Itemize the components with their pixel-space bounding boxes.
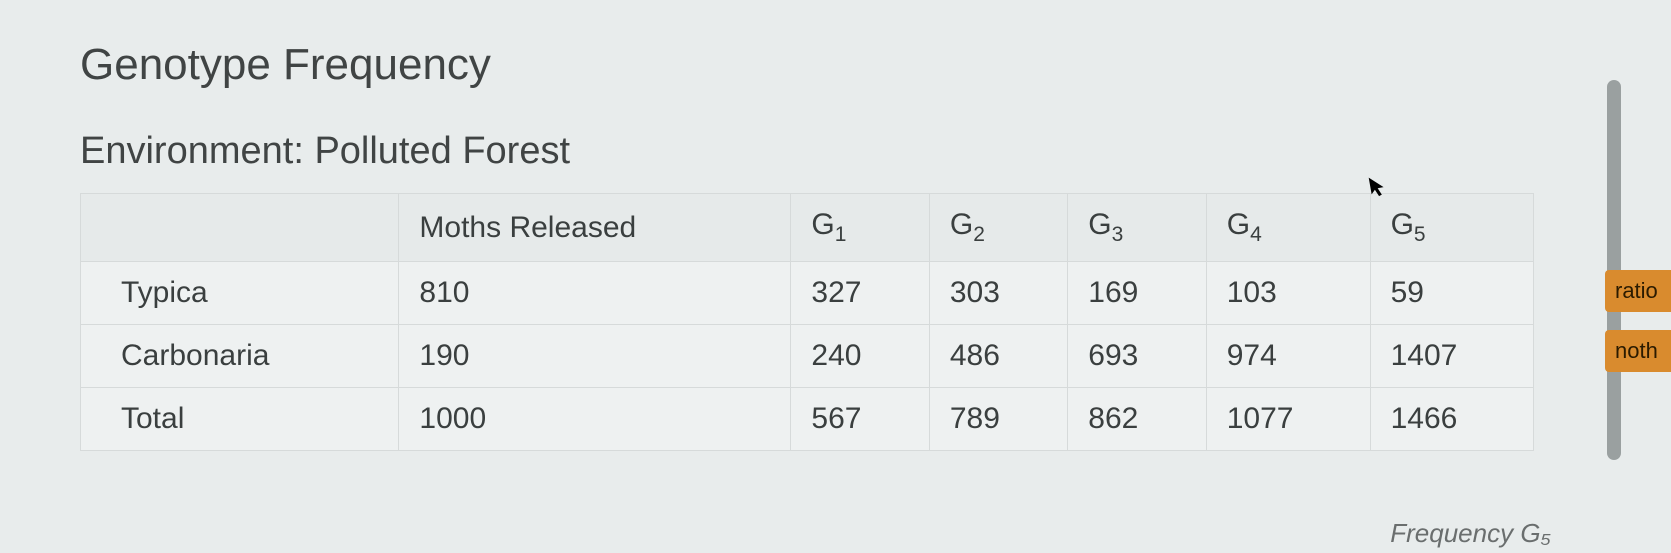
table-row: Total 1000 567 789 862 1077 1466	[81, 388, 1534, 451]
cell: 810	[399, 262, 791, 325]
col-g4: G4	[1206, 194, 1370, 262]
col-g3: G3	[1068, 194, 1206, 262]
content-area: Genotype Frequency Environment: Polluted…	[0, 0, 1671, 451]
right-side-tabs: ratio noth	[1605, 270, 1671, 372]
side-tab-noth[interactable]: noth	[1605, 330, 1671, 372]
table-row: Carbonaria 190 240 486 693 974 1407	[81, 325, 1534, 388]
row-label-typica: Typica	[81, 262, 399, 325]
col-g1: G1	[791, 194, 929, 262]
cell: 1077	[1206, 388, 1370, 451]
cell: 1407	[1370, 325, 1534, 388]
cell: 190	[399, 325, 791, 388]
col-blank	[81, 194, 399, 262]
cell: 303	[929, 262, 1067, 325]
cell: 974	[1206, 325, 1370, 388]
cell: 693	[1068, 325, 1206, 388]
cell: 327	[791, 262, 929, 325]
footer-fragment: Frequency G₅	[1390, 518, 1551, 549]
row-label-total: Total	[81, 388, 399, 451]
cell: 240	[791, 325, 929, 388]
col-g2: G2	[929, 194, 1067, 262]
cell: 1466	[1370, 388, 1534, 451]
frequency-table: Moths Released G1 G2 G3 G4 G5 Typica 810…	[80, 193, 1534, 451]
cell: 486	[929, 325, 1067, 388]
col-moths-released: Moths Released	[399, 194, 791, 262]
side-tab-ratio[interactable]: ratio	[1605, 270, 1671, 312]
table-header-row: Moths Released G1 G2 G3 G4 G5	[81, 194, 1534, 262]
cell: 103	[1206, 262, 1370, 325]
cell: 169	[1068, 262, 1206, 325]
cell: 862	[1068, 388, 1206, 451]
col-g5: G5	[1370, 194, 1534, 262]
cell: 1000	[399, 388, 791, 451]
row-label-carbonaria: Carbonaria	[81, 325, 399, 388]
cell: 789	[929, 388, 1067, 451]
cell: 59	[1370, 262, 1534, 325]
page-title: Genotype Frequency	[80, 40, 1611, 90]
cell: 567	[791, 388, 929, 451]
page-subtitle: Environment: Polluted Forest	[80, 130, 1611, 173]
table-row: Typica 810 327 303 169 103 59	[81, 262, 1534, 325]
